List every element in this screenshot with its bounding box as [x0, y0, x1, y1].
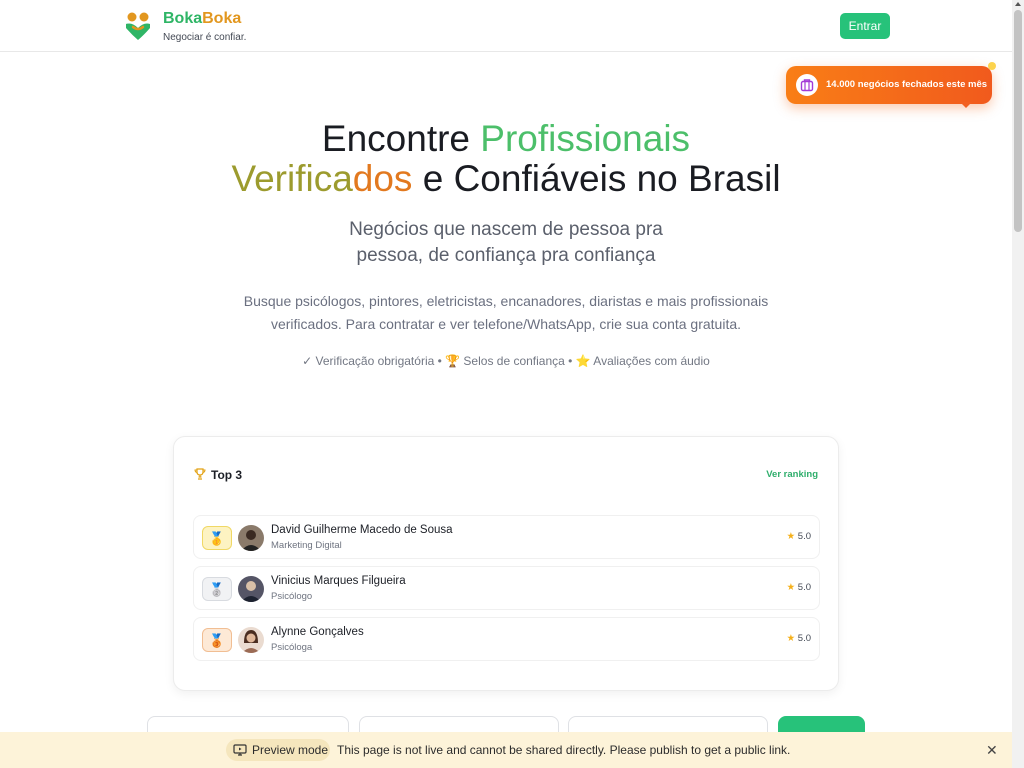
hero-description-line2: verificados. Para contratar e ver telefo… — [270, 316, 742, 332]
preview-mode-pill: Preview mode — [226, 739, 330, 761]
hero-features: ✓ Verificação obrigatória • 🏆 Selos de c… — [302, 354, 710, 368]
avatar — [238, 576, 264, 602]
professional-name: David Guilherme Macedo de Sousa — [271, 524, 453, 536]
hero-title-line2: Verificados e Confiáveis no Brasil — [231, 158, 781, 199]
professional-role: Marketing Digital — [271, 540, 342, 551]
top-header: BokaBoka Negociar é confiar. Entrar — [0, 0, 1012, 52]
hero-description-line1: Busque psicólogos, pintores, eletricista… — [243, 293, 769, 309]
ranking-row[interactable]: 🥇 David Guilherme Macedo de Sousa Market… — [193, 515, 820, 559]
star-icon: ★ — [786, 633, 796, 644]
login-button[interactable]: Entrar — [840, 13, 890, 39]
view-ranking-link[interactable]: Ver ranking — [766, 469, 818, 480]
avatar — [238, 627, 264, 653]
brand-name[interactable]: BokaBoka — [163, 10, 241, 28]
hero-subtitle-line2: pessoa, de confiança pra confiança — [356, 245, 656, 266]
deals-closed-toast: 14.000 negócios fechados este mês — [786, 62, 996, 108]
close-icon[interactable]: ✕ — [986, 742, 998, 759]
briefcase-icon — [796, 74, 818, 96]
avatar — [238, 525, 264, 551]
gold-medal-icon: 🥇 — [202, 526, 232, 550]
bronze-medal-icon: 🥉 — [202, 628, 232, 652]
professional-name: Vinicius Marques Filgueira — [271, 575, 406, 587]
rating: ★ 5.0 — [786, 582, 811, 593]
rating: ★ 5.0 — [786, 531, 811, 542]
ranking-row[interactable]: 🥉 Alynne Gonçalves Psicóloga ★ 5.0 — [193, 617, 820, 661]
notification-dot — [988, 62, 996, 70]
toast-text: 14.000 negócios fechados este mês — [826, 79, 988, 90]
preview-mode-message: This page is not live and cannot be shar… — [337, 743, 791, 757]
star-icon: ★ — [786, 582, 796, 593]
top3-card: Top 3 Ver ranking 🥇 David Guilherme Mace… — [173, 436, 839, 691]
hero-subtitle-line1: Negócios que nascem de pessoa pra — [349, 219, 663, 240]
brand-tagline: Negociar é confiar. — [163, 32, 247, 43]
professional-role: Psicólogo — [271, 591, 313, 602]
professional-role: Psicóloga — [271, 642, 313, 653]
toast-pointer — [960, 102, 972, 108]
bokaboka-logo[interactable] — [124, 11, 152, 41]
trophy-icon — [194, 468, 206, 480]
rating: ★ 5.0 — [786, 633, 811, 644]
monitor-icon — [233, 744, 247, 756]
top3-title: Top 3 — [211, 468, 243, 482]
star-icon: ★ — [786, 531, 796, 542]
scroll-up-arrow-icon[interactable] — [1015, 2, 1021, 6]
preview-mode-banner: Preview mode This page is not live and c… — [0, 732, 1012, 768]
ranking-row[interactable]: 🥈 Vinicius Marques Filgueira Psicólogo ★… — [193, 566, 820, 610]
silver-medal-icon: 🥈 — [202, 577, 232, 601]
page-scrollbar[interactable] — [1012, 0, 1024, 768]
professional-name: Alynne Gonçalves — [271, 626, 364, 638]
hero-title-line1: Encontre Profissionais — [321, 118, 691, 159]
preview-mode-label: Preview mode — [252, 743, 329, 757]
scroll-thumb[interactable] — [1014, 10, 1022, 232]
